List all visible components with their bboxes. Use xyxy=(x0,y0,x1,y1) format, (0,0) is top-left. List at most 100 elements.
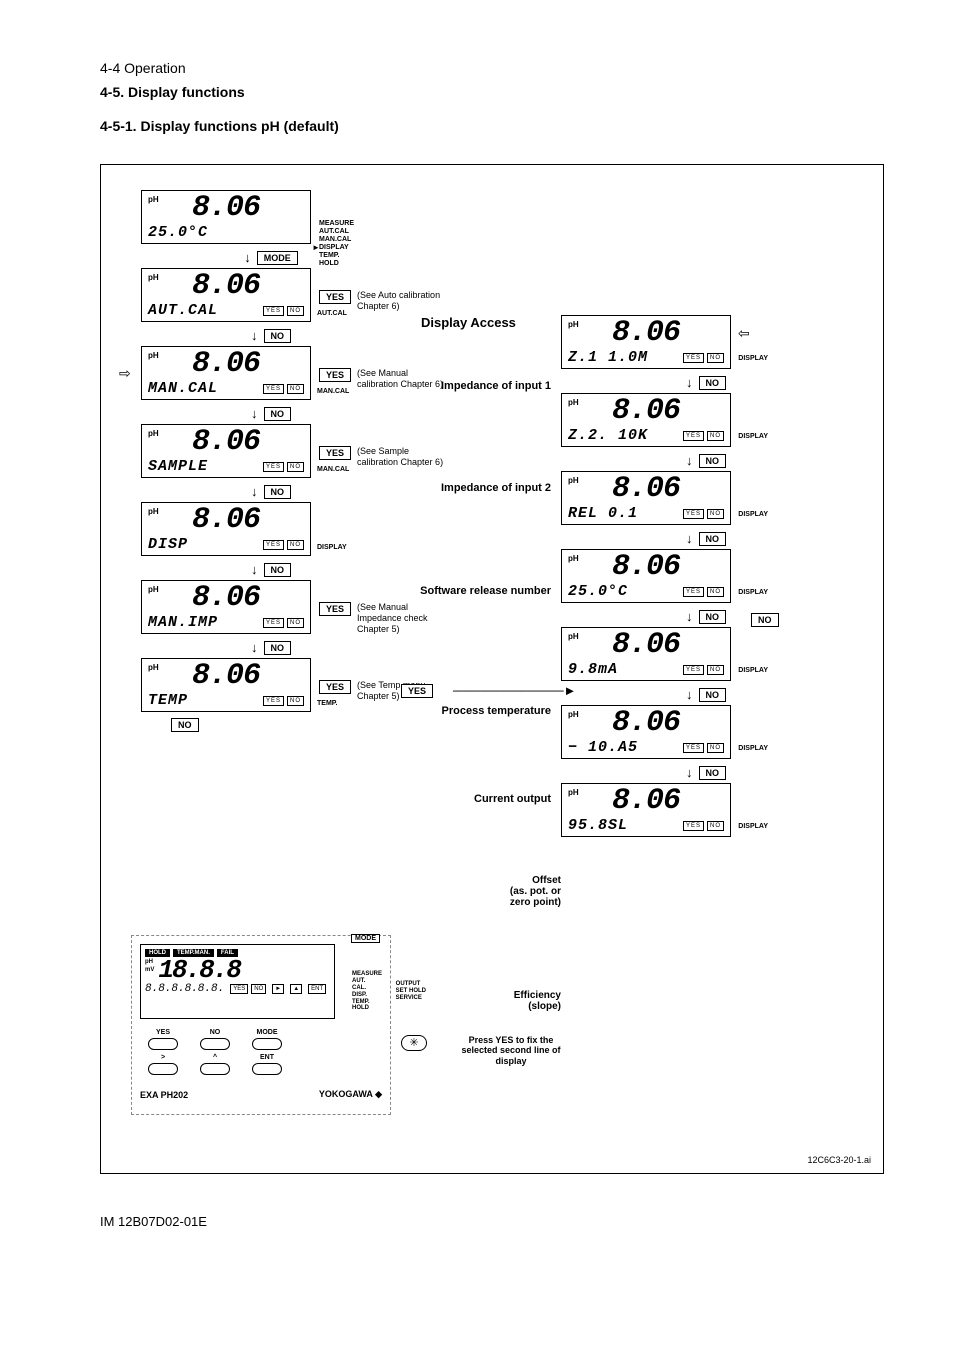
mini-yes[interactable]: YES xyxy=(263,696,284,706)
mini-no[interactable]: NO xyxy=(707,587,724,597)
lcd-big: 8.06 xyxy=(568,710,724,737)
lcd-sub: 25.0°C xyxy=(568,583,628,600)
menu-measure: MEASURE xyxy=(319,220,354,228)
mini-yes[interactable]: YES xyxy=(683,509,704,519)
tx-mode-tag: MODE xyxy=(351,934,380,943)
mini-no[interactable]: NO xyxy=(707,509,724,519)
label-efficiency: Efficiency (slope) xyxy=(431,990,561,1012)
flow-diagram: ⇨ ⇦ pH 8.06 25.0°C ► MEASURE AUT.CAL MAN… xyxy=(100,164,884,1174)
no-button[interactable]: NO xyxy=(699,688,727,702)
mini-yes[interactable]: YES xyxy=(263,306,284,316)
no-button[interactable]: NO xyxy=(699,376,727,390)
lcd-big: 8.06 xyxy=(148,195,304,222)
tx-gt-button[interactable] xyxy=(148,1063,178,1075)
mini-no[interactable]: NO xyxy=(287,306,304,316)
lcd-sub: 95.8SL xyxy=(568,817,628,834)
no-button[interactable]: NO xyxy=(699,454,727,468)
menu-autcal: AUT.CAL xyxy=(319,228,354,236)
no-button-extra[interactable]: NO xyxy=(751,613,779,627)
footer-doc-id: IM 12B07D02-01E xyxy=(100,1214,884,1229)
lcd-big: 8.06 xyxy=(568,554,724,581)
tx-up-button[interactable] xyxy=(200,1063,230,1075)
mini-yes[interactable]: YES xyxy=(263,540,284,550)
no-button[interactable]: NO xyxy=(699,766,727,780)
no-button[interactable]: NO xyxy=(171,718,199,732)
tx-no-button[interactable] xyxy=(200,1038,230,1050)
eff-l2: (slope) xyxy=(431,1001,561,1012)
mini-yes[interactable]: YES xyxy=(683,821,704,831)
tx-up-label: ^ xyxy=(200,1054,230,1061)
mini-yes[interactable]: YES xyxy=(683,431,704,441)
no-button[interactable]: NO xyxy=(264,329,292,343)
yes-annot: (See Sample calibration Chapter 6) xyxy=(357,446,447,468)
tx-ent-button[interactable] xyxy=(252,1063,282,1075)
mini-no[interactable]: NO xyxy=(287,384,304,394)
lcd-mancal: pH 8.06 MAN.CAL YESNO MAN.CAL xyxy=(141,346,311,400)
yes-annot: (See Manual Impedance check Chapter 5) xyxy=(357,602,447,634)
yes-button[interactable]: YES xyxy=(319,290,351,304)
mini-yes[interactable]: YES xyxy=(683,353,704,363)
yes-button[interactable]: YES xyxy=(319,368,351,382)
mini-no[interactable]: NO xyxy=(707,743,724,753)
star-button[interactable]: ✳ xyxy=(401,1035,427,1051)
yes-button[interactable]: YES xyxy=(319,446,351,460)
tx-mode-button[interactable] xyxy=(252,1038,282,1050)
lcd-big: 8.06 xyxy=(148,273,304,300)
no-button[interactable]: NO xyxy=(699,532,727,546)
mini-no[interactable]: NO xyxy=(707,821,724,831)
lcd-sub: − 10.A5 xyxy=(568,739,638,756)
eff-l1: Efficiency xyxy=(431,990,561,1001)
mini-yes[interactable]: YES xyxy=(263,618,284,628)
lcd-big: 8.06 xyxy=(568,320,724,347)
lcd-sub: MAN.CAL xyxy=(148,380,218,397)
ph-label: pH xyxy=(148,663,159,672)
display-access-heading: Display Access xyxy=(421,315,516,330)
tx-no-label: NO xyxy=(200,1029,230,1036)
lcd-z1: pH 8.06 Z.1 1.0M YESNO DISPLAY xyxy=(561,315,731,369)
tx-right-icon[interactable]: ► xyxy=(272,984,284,994)
label-release: Software release number xyxy=(391,585,551,597)
tx-yes-button[interactable] xyxy=(148,1038,178,1050)
mini-yes[interactable]: YES xyxy=(263,462,284,472)
mini-no[interactable]: NO xyxy=(251,984,266,994)
yes-button[interactable]: YES xyxy=(319,602,351,616)
mini-no[interactable]: NO xyxy=(287,696,304,706)
mini-yes[interactable]: YES xyxy=(683,743,704,753)
tx-up-icon[interactable]: ▲ xyxy=(290,984,302,994)
mini-no[interactable]: NO xyxy=(707,353,724,363)
no-button[interactable]: NO xyxy=(699,610,727,624)
mini-no[interactable]: NO xyxy=(287,618,304,628)
tx-side-menu: MEASURE AUT. CAL. DISP. TEMP. HOLD xyxy=(352,971,382,1012)
context-tag: DISPLAY xyxy=(738,433,768,440)
lcd-sub: 9.8mA xyxy=(568,661,618,678)
mode-button[interactable]: MODE xyxy=(257,251,298,265)
no-button[interactable]: NO xyxy=(264,563,292,577)
yes-button[interactable]: YES xyxy=(319,680,351,694)
mini-yes[interactable]: YES xyxy=(683,587,704,597)
mini-no[interactable]: NO xyxy=(287,462,304,472)
ph-label: pH xyxy=(568,398,579,407)
no-button[interactable]: NO xyxy=(264,485,292,499)
txside-0: MEASURE xyxy=(352,971,382,978)
tx-ent[interactable]: ENT xyxy=(308,984,326,994)
yes-button[interactable]: YES xyxy=(401,684,433,698)
yes-annot: (See Auto calibration Chapter 6) xyxy=(357,290,447,312)
mini-yes[interactable]: YES xyxy=(230,984,248,994)
lcd-eff: pH 8.06 95.8SL YESNO DISPLAY xyxy=(561,783,731,837)
mini-no[interactable]: NO xyxy=(707,431,724,441)
mini-no[interactable]: NO xyxy=(287,540,304,550)
mini-yes[interactable]: YES xyxy=(263,384,284,394)
arrow-down-icon: ↓ xyxy=(251,328,258,343)
ph-label: pH xyxy=(568,320,579,329)
ph-label: pH xyxy=(568,476,579,485)
arrow-down-icon: ↓ xyxy=(251,640,258,655)
mini-yes[interactable]: YES xyxy=(683,665,704,675)
no-button[interactable]: NO xyxy=(264,407,292,421)
arrow-right-icon: ────────────► xyxy=(453,683,576,698)
mini-no[interactable]: NO xyxy=(707,665,724,675)
tx-mode-label: MODE xyxy=(252,1029,282,1036)
lcd-manimp: pH 8.06 MAN.IMP YESNO xyxy=(141,580,311,634)
no-button[interactable]: NO xyxy=(264,641,292,655)
offset-l3: zero point) xyxy=(431,897,561,908)
context-tag: DISPLAY xyxy=(317,544,347,551)
